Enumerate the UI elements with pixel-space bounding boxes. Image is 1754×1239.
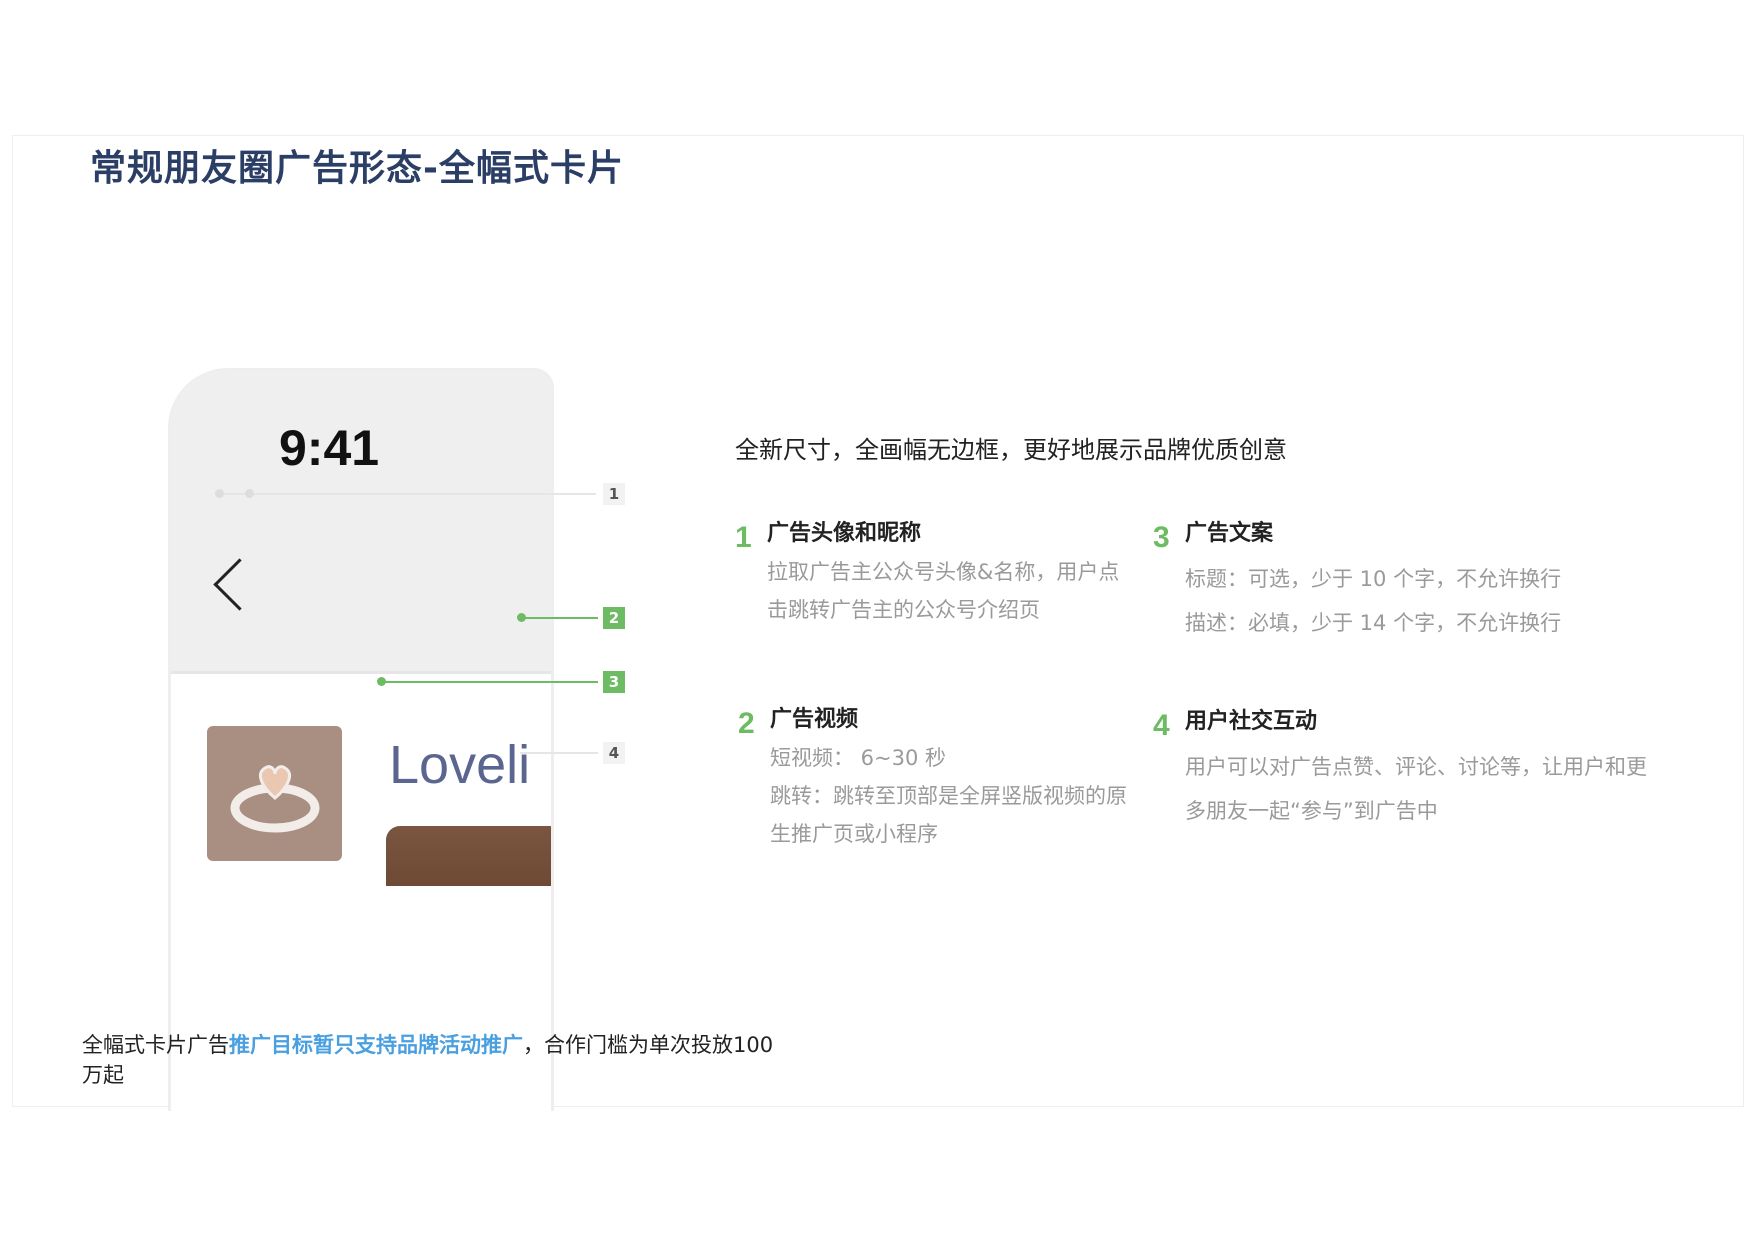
callout-number-1: 1 [603,483,625,505]
page-title: 常规朋友圈广告形态-全幅式卡片 [90,148,624,189]
intro-text: 全新尺寸，全画幅无边框，更好地展示品牌优质创意 [735,436,1287,464]
feature-body: 用户可以对广告点赞、评论、讨论等，让用户和更 多朋友一起“参与”到广告中 [1185,745,1647,833]
feature-heading: 广告视频 [770,707,859,732]
feature-number: 1 [735,521,752,554]
callout-line-4 [520,752,598,754]
feature-heading: 广告头像和昵称 [767,521,922,546]
advertiser-name[interactable]: Loveli [389,734,530,796]
callout-number-4: 4 [603,742,625,764]
feature-heading: 用户社交互动 [1185,709,1318,734]
footer-highlight: 推广目标暂只支持品牌活动推广 [229,1033,523,1057]
feature-line: 跳转：跳转至顶部是全屏竖版视频的原 [770,784,1127,808]
callout-number-3: 3 [603,671,625,693]
feature-number: 2 [738,707,755,740]
callout-line-3 [382,681,598,683]
feature-line: 标题：可选，少于 10 个字，不允许换行 [1185,567,1562,591]
feature-number: 3 [1153,521,1170,554]
feature-line: 生推广页或小程序 [770,822,938,846]
callout-dot-2 [517,613,526,622]
feature-line: 用户可以对广告点赞、评论、讨论等，让用户和更 [1185,755,1647,779]
feature-heading: 广告文案 [1185,521,1274,546]
status-time: 9:41 [279,420,380,476]
video-preview[interactable] [386,826,551,886]
feature-line: 描述：必填，少于 14 个字，不允许换行 [1185,611,1562,635]
callout-dot-3 [377,677,386,686]
callout-line-1 [220,493,596,495]
ring-heart-icon [230,765,320,833]
feature-number: 4 [1153,709,1170,742]
footer-suffix: ，合作门槛为单次投放100 [523,1033,774,1057]
feature-line: 多朋友一起“参与”到广告中 [1185,799,1438,823]
phone-header: 9:41 [171,371,551,674]
feature-body: 短视频： 6~30 秒 跳转：跳转至顶部是全屏竖版视频的原 生推广页或小程序 [770,739,1127,853]
feature-body: 标题：可选，少于 10 个字，不允许换行 描述：必填，少于 14 个字，不允许换… [1185,557,1561,645]
callout-dot-1b [245,489,254,498]
feature-line: 拉取广告主公众号头像&名称，用户点 [767,560,1120,584]
callout-number-2: 2 [603,607,625,629]
feature-line: 击跳转广告主的公众号介绍页 [767,598,1040,622]
footer-prefix: 全幅式卡片广告 [82,1033,229,1057]
feature-line: 短视频： 6~30 秒 [770,746,947,770]
footer-line2: 万起 [82,1063,124,1087]
advertiser-avatar[interactable] [207,726,342,861]
footer-note: 全幅式卡片广告推广目标暂只支持品牌活动推广，合作门槛为单次投放100 万起 [82,1030,773,1090]
feature-body: 拉取广告主公众号头像&名称，用户点 击跳转广告主的公众号介绍页 [767,553,1119,629]
callout-dot-1 [215,489,224,498]
back-arrow-icon[interactable] [213,558,266,611]
callout-line-2 [522,617,598,619]
phone-mockup: 9:41 Loveli [168,368,554,1111]
